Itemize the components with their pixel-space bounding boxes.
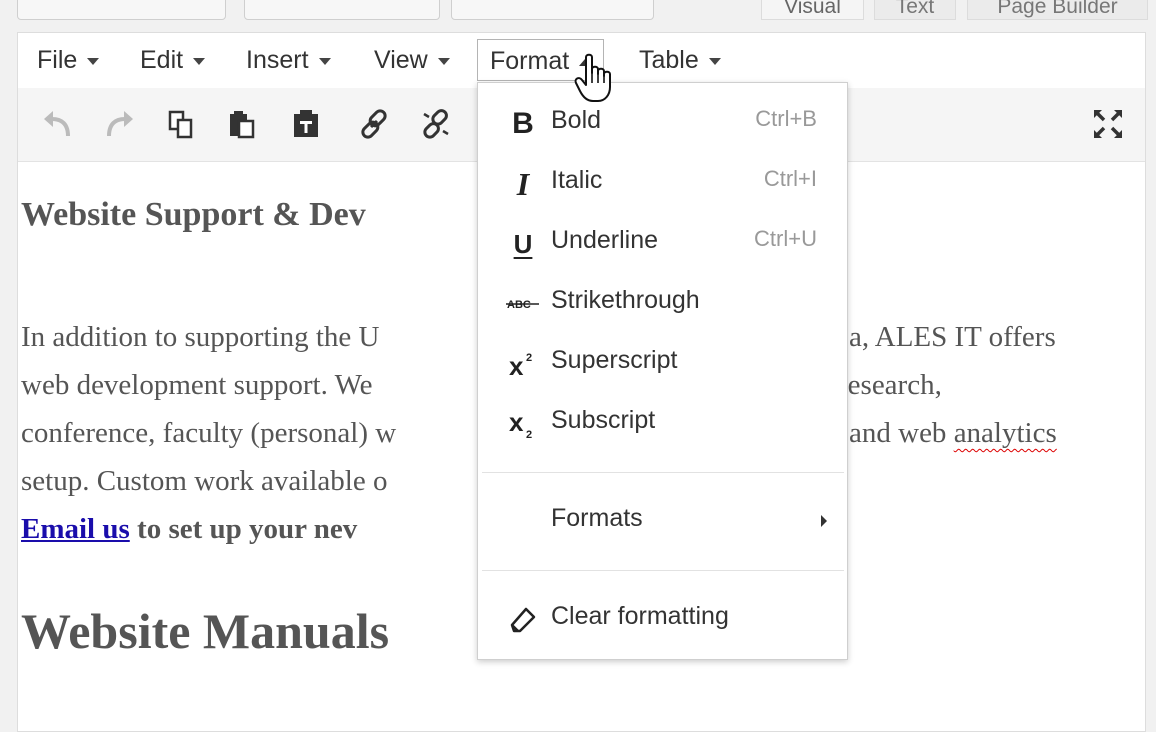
format-item-underline[interactable]: U Underline Ctrl+U — [478, 215, 847, 271]
italic-icon: I — [516, 165, 530, 202]
format-item-label: Bold — [551, 106, 602, 134]
menu-edit-label: Edit — [140, 46, 184, 74]
media-button-2[interactable] — [244, 0, 440, 20]
paragraph-line-2: web development support. We — [21, 369, 373, 401]
tab-text[interactable]: Text — [874, 0, 956, 20]
hand-cursor-icon — [574, 53, 614, 105]
format-item-formats[interactable]: Formats — [478, 493, 847, 549]
strikethrough-icon: ABC — [506, 287, 540, 321]
media-button-1[interactable] — [17, 0, 226, 20]
chevron-down-icon — [437, 57, 450, 65]
email-line: Email us to set up your nev — [21, 513, 357, 546]
format-item-shortcut: Ctrl+B — [755, 106, 817, 131]
menu-insert[interactable]: Insert — [246, 39, 331, 81]
menu-edit[interactable]: Edit — [140, 39, 206, 81]
format-item-label: Formats — [551, 504, 643, 532]
chevron-right-icon — [821, 515, 827, 527]
email-us-link[interactable]: Email us — [21, 513, 130, 545]
chevron-down-icon — [193, 57, 206, 65]
link-icon[interactable] — [356, 106, 392, 142]
paste-text-icon[interactable] — [288, 106, 324, 142]
chevron-down-icon — [318, 57, 331, 65]
bold-icon: B — [512, 107, 534, 140]
format-item-shortcut: Ctrl+I — [763, 166, 817, 191]
format-item-subscript[interactable]: x2 Subscript — [478, 395, 847, 451]
format-item-bold[interactable]: B Bold Ctrl+B — [478, 95, 847, 151]
format-item-label: Superscript — [551, 346, 678, 374]
subscript-icon: x2 — [506, 407, 540, 441]
superscript-icon: x2 — [506, 347, 540, 381]
svg-text:2: 2 — [526, 429, 532, 439]
menu-divider — [482, 472, 844, 473]
format-item-label: Underline — [551, 226, 659, 254]
paste-icon[interactable] — [224, 106, 260, 142]
spellcheck-word: analytics — [953, 417, 1057, 449]
format-item-shortcut: Ctrl+U — [754, 226, 817, 251]
format-dropdown-menu: B Bold Ctrl+B I Italic Ctrl+I U Underlin… — [477, 82, 848, 660]
chevron-down-icon — [708, 57, 721, 65]
svg-text:2: 2 — [526, 352, 532, 364]
paragraph-line-1-right: a, ALES IT offers — [849, 321, 1056, 353]
svg-text:x: x — [509, 409, 524, 437]
paragraph-line-3-right: and web analytics — [849, 417, 1057, 450]
format-item-label: Clear formatting — [551, 602, 729, 630]
format-item-label: Subscript — [551, 406, 656, 434]
format-item-label: Strikethrough — [551, 286, 700, 314]
paragraph-line-3-right-text: and web — [849, 417, 954, 449]
menu-view[interactable]: View — [374, 39, 450, 81]
menu-insert-label: Insert — [246, 46, 309, 74]
media-button-3[interactable] — [451, 0, 654, 20]
unlink-icon[interactable] — [418, 106, 454, 142]
menu-table[interactable]: Table — [639, 39, 721, 81]
format-item-italic[interactable]: I Italic Ctrl+I — [478, 155, 847, 211]
paragraph-line-4: setup. Custom work available o — [21, 465, 388, 497]
menu-format-label: Format — [490, 47, 570, 75]
heading-website-manuals: Website Manuals — [21, 603, 390, 659]
undo-icon[interactable] — [40, 106, 76, 142]
menu-file[interactable]: File — [37, 39, 100, 81]
paragraph-line-2-right: research, — [838, 369, 942, 401]
tab-page-builder[interactable]: Page Builder — [967, 0, 1148, 20]
menu-file-label: File — [37, 46, 78, 74]
eraser-icon — [506, 603, 540, 637]
fullscreen-icon[interactable] — [1090, 106, 1126, 142]
format-item-strikethrough[interactable]: ABC Strikethrough — [478, 275, 847, 331]
copy-icon[interactable] — [163, 106, 199, 142]
format-item-clear-formatting[interactable]: Clear formatting — [478, 591, 847, 647]
paragraph-line-3: conference, faculty (personal) w — [21, 417, 397, 449]
heading-website-support: Website Support & Dev — [21, 196, 366, 233]
email-line-text: to set up your nev — [129, 513, 358, 545]
paragraph-line-1: In addition to supporting the U — [21, 321, 380, 353]
underline-icon: U — [513, 228, 533, 259]
svg-text:x: x — [509, 351, 524, 378]
top-strip: Visual Text Page Builder — [0, 0, 1156, 32]
menu-view-label: View — [374, 46, 428, 74]
format-item-label: Italic — [551, 166, 603, 194]
chevron-down-icon — [87, 57, 100, 65]
format-item-superscript[interactable]: x2 Superscript — [478, 335, 847, 391]
tab-visual[interactable]: Visual — [761, 0, 864, 20]
menu-divider — [482, 570, 844, 571]
svg-text:ABC: ABC — [507, 299, 531, 311]
menu-table-label: Table — [639, 46, 699, 74]
redo-icon[interactable] — [101, 106, 137, 142]
